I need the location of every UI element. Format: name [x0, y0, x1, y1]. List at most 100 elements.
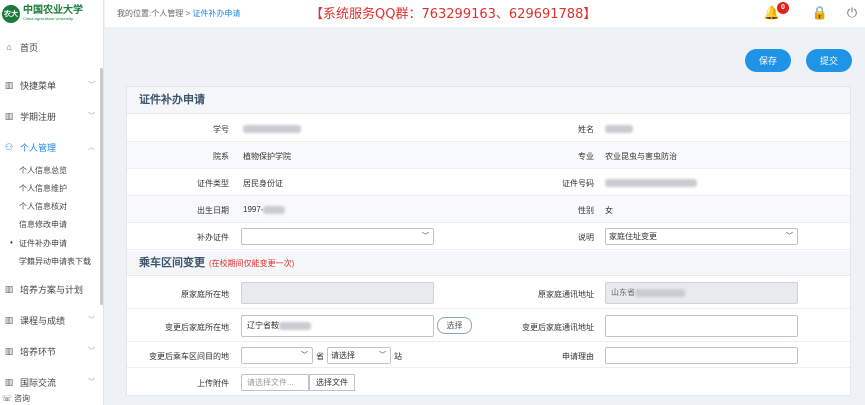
chevron-down-icon: ﹀ [786, 233, 793, 240]
reissue-select[interactable]: ﹀ [241, 228, 434, 245]
dest-label: 变更后乘车区间目的地 [149, 352, 229, 361]
save-button[interactable]: 保存 [745, 49, 791, 72]
new-home-field[interactable]: 辽宁省鞍 [241, 315, 434, 337]
name-label: 姓名 [578, 125, 594, 134]
department-value: 植物保护学院 [243, 152, 291, 161]
power-icon[interactable]: ⏻ [843, 4, 861, 22]
file-path-input[interactable]: 请选择文件... [241, 374, 309, 391]
consult-link[interactable]: ☏ 咨询 [0, 392, 100, 405]
bar-chart-icon: ▥ [4, 110, 14, 121]
section-title-reissue: 证件补办申请 [127, 87, 850, 114]
form-row: 学号 姓名 [127, 115, 850, 142]
university-emblem-icon: 农大 [2, 4, 20, 23]
sidebar-subitem-verify[interactable]: 个人信息核对 [19, 201, 67, 212]
explain-select[interactable]: 家庭住址变更 ﹀ [605, 228, 798, 245]
form-row: 变更后家庭所在地 辽宁省鞍 选择 变更后家庭通讯地址 [127, 310, 850, 342]
orig-addr-label: 原家庭通讯地址 [538, 290, 594, 299]
form-row: 变更后乘车区间目的地 ﹀ 省 请选择 ﹀ 站 申请理由 [127, 343, 850, 368]
id-type-value: 居民身份证 [243, 179, 283, 188]
sidebar-item-training-links[interactable]: ▥ 培养环节 ﹀ [0, 342, 100, 360]
station-unit: 站 [394, 352, 402, 361]
bar-chart-icon: ▥ [4, 376, 14, 387]
chevron-down-icon: ﹀ [88, 379, 95, 386]
chevron-down-icon: ﹀ [422, 233, 429, 240]
orig-home-label: 原家庭所在地 [181, 290, 229, 299]
chevron-down-icon: ﹀ [379, 352, 386, 359]
university-logo[interactable]: 农大 中国农业大学 China Agricultural University [0, 0, 103, 27]
province-select[interactable]: ﹀ [241, 347, 313, 364]
sidebar-item-quick-menu[interactable]: ▥ 快捷菜单 ﹀ [0, 76, 100, 94]
department-label: 院系 [213, 152, 229, 161]
major-label: 专业 [578, 152, 594, 161]
bar-chart-icon: ▥ [4, 283, 14, 294]
bar-chart-icon: ▥ [4, 79, 14, 90]
student-id-value [243, 124, 301, 133]
sidebar-subitem-download[interactable]: 学籍异动申请表下载 [19, 256, 91, 267]
orig-home-field [241, 282, 434, 304]
new-addr-input[interactable] [605, 315, 798, 337]
breadcrumb-current[interactable]: 证件补办申请 [192, 9, 240, 18]
form-row: 原家庭所在地 原家庭通讯地址 山东省 [127, 277, 850, 309]
id-number-label: 证件号码 [562, 179, 594, 188]
form-row: 院系 植物保护学院 专业 农业昆虫与害虫防治 [127, 142, 850, 169]
form-row: 证件类型 居民身份证 证件号码 [127, 169, 850, 196]
sidebar-item-international[interactable]: ▥ 国际交流 ﹀ [0, 373, 100, 391]
birth-label: 出生日期 [197, 206, 229, 215]
notification-badge: 0 [777, 2, 789, 14]
announcement-banner: 【系统服务QQ群：763299163、629691788】 [310, 7, 597, 22]
birth-value: 1997- [243, 205, 286, 214]
province-unit: 省 [316, 352, 324, 361]
gender-label: 性别 [578, 206, 594, 215]
sidebar-subitem-overview[interactable]: 个人信息总览 [19, 165, 67, 176]
chevron-down-icon: ﹀ [88, 317, 95, 324]
name-value [605, 124, 633, 133]
top-header: 我的位置:个人管理 > 证件补办申请 【系统服务QQ群：763299163、62… [105, 0, 865, 27]
chevron-up-icon: ︿ [88, 144, 95, 151]
chevron-down-icon: ﹀ [88, 82, 95, 89]
breadcrumb: 我的位置:个人管理 > 证件补办申请 [117, 9, 241, 18]
station-select[interactable]: 请选择 ﹀ [327, 347, 391, 364]
bar-chart-icon: ▥ [4, 345, 14, 356]
bar-chart-icon: ▥ [4, 314, 14, 325]
sidebar-item-personal[interactable]: ⚇ 个人管理 ︿ [0, 138, 100, 156]
ride-change-note: (在校期间仅能变更一次) [209, 259, 295, 268]
sidebar-subitem-modify[interactable]: 信息修改申请 [19, 219, 67, 230]
logo-name-en: China Agricultural University [23, 15, 74, 21]
submit-button[interactable]: 提交 [806, 49, 852, 72]
home-icon: ⌂ [6, 42, 12, 52]
new-home-label: 变更后家庭所在地 [165, 323, 229, 332]
form-row: 出生日期 1997- 性别 女 [127, 196, 850, 223]
lock-icon[interactable]: 🔒 [811, 4, 829, 22]
sidebar-subitem-maintain[interactable]: 个人信息维护 [19, 183, 67, 194]
chevron-down-icon: ﹀ [88, 348, 95, 355]
gender-value: 女 [605, 206, 613, 215]
sidebar-item-training-plan[interactable]: ▥ 培养方案与计划 [0, 280, 100, 298]
user-icon: ⚇ [4, 141, 14, 152]
sidebar-scrollbar[interactable] [100, 68, 103, 305]
form-row: 补办证件 ﹀ 说明 家庭住址变更 ﹀ [127, 223, 850, 250]
orig-addr-field: 山东省 [605, 282, 798, 304]
sidebar-item-registration[interactable]: ▥ 学期注册 ﹀ [0, 107, 100, 125]
notification-bell-icon[interactable]: 🔔 0 [763, 2, 789, 22]
reissue-label: 补办证件 [197, 233, 229, 242]
chevron-down-icon: ﹀ [88, 113, 95, 120]
headset-icon: ☏ [2, 394, 13, 403]
sidebar-item-courses[interactable]: ▥ 课程与成绩 ﹀ [0, 311, 100, 329]
major-value: 农业昆虫与害虫防治 [605, 152, 677, 161]
attach-label: 上传附件 [197, 379, 229, 388]
student-id-label: 学号 [213, 125, 229, 134]
section-title-ride-change: 乘车区间变更 (在校期间仅能变更一次) [127, 251, 850, 276]
reason-label: 申请理由 [562, 352, 594, 361]
sidebar: 农大 中国农业大学 China Agricultural University … [0, 0, 104, 405]
choose-home-button[interactable]: 选择 [437, 317, 472, 334]
reissue-form: 证件补办申请 学号 姓名 院系 植物保护学院 专业 农业昆虫与害虫防治 证件类型… [126, 86, 851, 396]
sidebar-item-home[interactable]: ⌂ 首页 [0, 38, 100, 56]
choose-file-button[interactable]: 选择文件 [309, 374, 355, 391]
chevron-down-icon: ﹀ [301, 352, 308, 359]
reason-input[interactable] [605, 347, 798, 364]
id-type-label: 证件类型 [197, 179, 229, 188]
sidebar-subitem-reissue[interactable]: 证件补办申请 [10, 238, 67, 249]
id-number-value [605, 178, 697, 187]
new-addr-label: 变更后家庭通讯地址 [522, 323, 594, 332]
form-row: 上传附件 请选择文件... 选择文件 [127, 369, 850, 395]
